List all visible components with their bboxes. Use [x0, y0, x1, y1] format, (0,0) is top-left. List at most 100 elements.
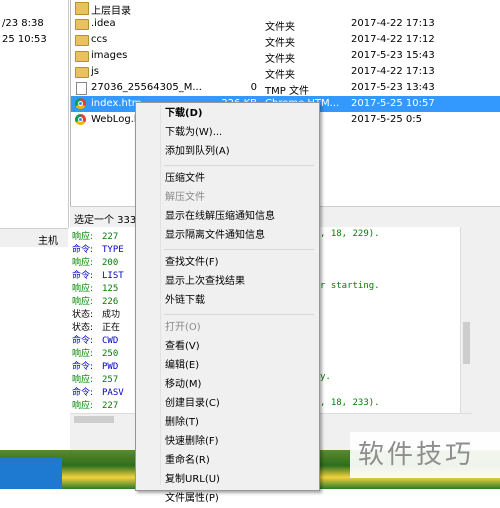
- menu-separator: [164, 165, 314, 166]
- log-value: PASV: [102, 388, 124, 398]
- log-tail: , 18, 233).: [320, 398, 380, 408]
- log-value: 250: [102, 349, 119, 359]
- menu-item[interactable]: 显示隔离文件通知信息: [165, 227, 265, 245]
- menu-item[interactable]: 添加到队列(A): [165, 143, 230, 161]
- left-column-header: 主机: [0, 228, 68, 248]
- menu-item[interactable]: 外链下载: [165, 292, 205, 310]
- file-date: 2017-4-22 17:13: [351, 18, 435, 29]
- menu-item[interactable]: 删除(T): [165, 414, 199, 432]
- file-name: 27036_25564305_M...: [91, 82, 202, 93]
- log-value: CWD: [102, 336, 119, 346]
- log-label: 命令:: [72, 362, 94, 372]
- log-value: LIST: [102, 271, 124, 281]
- log-label: 命令:: [72, 271, 94, 281]
- file-date: 2017-5-23 13:43: [351, 82, 435, 93]
- log-tail: , 18, 229).: [320, 229, 380, 239]
- menu-item: 打开(O): [165, 322, 201, 333]
- folder-icon: [75, 51, 89, 62]
- log-tail: y.: [320, 372, 331, 382]
- file-date: 2017-5-25 10:57: [351, 98, 435, 109]
- file-name: index.htm: [91, 98, 142, 109]
- file-name: images: [91, 50, 128, 61]
- file-size: 0: [250, 82, 257, 93]
- file-name: ccs: [91, 34, 108, 45]
- menu-item[interactable]: 编辑(E): [165, 357, 199, 375]
- watermark: 软件技巧: [350, 432, 500, 478]
- file-icon: [76, 82, 87, 95]
- menu-item[interactable]: 重命名(R): [165, 452, 210, 470]
- log-label: 状态:: [72, 323, 94, 333]
- log-label: 命令:: [72, 388, 94, 398]
- file-date: 2017-5-23 15:43: [351, 50, 435, 61]
- file-name: .idea: [91, 18, 116, 29]
- scroll-thumb[interactable]: [463, 322, 470, 364]
- menu-item[interactable]: 文件属性(P): [165, 490, 219, 508]
- file-type: TMP 文件: [265, 86, 309, 97]
- file-date: 2017-5-25 0:5: [351, 114, 423, 125]
- log-value: 成功: [102, 310, 121, 320]
- menu-item[interactable]: 显示上次查找结果: [165, 273, 245, 291]
- menu-item[interactable]: 复制URL(U): [165, 471, 220, 489]
- log-value: 257: [102, 375, 119, 385]
- log-label: 响应:: [72, 284, 94, 294]
- local-file-pane[interactable]: /23 8:38 25 10:53: [0, 0, 69, 228]
- log-label: 响应:: [72, 232, 94, 242]
- local-lower-pane: [0, 247, 68, 450]
- scroll-thumb[interactable]: [74, 416, 114, 423]
- log-value: 227: [102, 232, 119, 242]
- file-type: 文件夹: [265, 22, 295, 33]
- chrome-icon: [75, 98, 86, 109]
- log-label: 命令:: [72, 336, 94, 346]
- right-gutter: [472, 227, 500, 450]
- file-row[interactable]: images 文件夹 2017-5-23 15:43: [71, 48, 500, 65]
- log-label: 命令:: [72, 245, 94, 255]
- watermark-text: 软件技巧: [358, 440, 475, 470]
- file-date: 2017-4-22 17:12: [351, 34, 435, 45]
- file-name: js: [91, 66, 99, 77]
- log-label: 状态:: [72, 310, 94, 320]
- file-context-menu[interactable]: 下载(D) 下载为(W)... 添加到队列(A) 压缩文件解压文件显示在线解压缩通知信…: [135, 102, 320, 504]
- folder-icon: [75, 67, 89, 78]
- file-date: 2017-4-22 17:13: [351, 66, 435, 77]
- file-row[interactable]: js 文件夹 2017-4-22 17:13: [71, 64, 500, 81]
- file-row[interactable]: ccs 文件夹 2017-4-22 17:12: [71, 32, 500, 49]
- menu-item[interactable]: 显示在线解压缩通知信息: [165, 208, 275, 226]
- file-row[interactable]: .idea 文件夹 2017-4-22 17:13: [71, 16, 500, 33]
- local-file-date: 25 10:53: [2, 34, 47, 45]
- folder-icon: [75, 19, 89, 30]
- file-row[interactable]: 27036_25564305_M... 0 TMP 文件 2017-5-23 13:4…: [71, 80, 500, 97]
- menu-separator: [164, 249, 314, 250]
- menu-item: 解压文件: [165, 192, 205, 203]
- selection-status-text: 选定一个 333: [74, 215, 137, 226]
- taskbar-segment: [0, 458, 62, 489]
- menu-item[interactable]: 移动(M): [165, 376, 201, 394]
- menu-item[interactable]: 压缩文件: [165, 170, 205, 188]
- log-tail: r starting.: [320, 281, 380, 291]
- menu-item[interactable]: 快速删除(F): [165, 433, 219, 451]
- menu-item[interactable]: 下载(D): [165, 105, 202, 123]
- parent-directory-row[interactable]: 上层目录: [71, 0, 500, 17]
- menu-item[interactable]: 下载为(W)...: [165, 124, 222, 142]
- file-type: 文件夹: [265, 38, 295, 49]
- folder-icon: [75, 35, 89, 46]
- menu-item[interactable]: 查找文件(F): [165, 254, 219, 272]
- log-value: 200: [102, 258, 119, 268]
- file-name: WebLog.h: [91, 114, 141, 125]
- folder-up-icon: [75, 2, 89, 15]
- menu-item[interactable]: 查看(V): [165, 338, 200, 356]
- menu-item[interactable]: 创建目录(C): [165, 395, 220, 413]
- parent-directory-label: 上层目录: [91, 6, 131, 17]
- log-label: 响应:: [72, 258, 94, 268]
- log-value: TYPE: [102, 245, 124, 255]
- log-value: PWD: [102, 362, 119, 372]
- log-label: 响应:: [72, 297, 94, 307]
- log-value: 正在: [102, 323, 121, 333]
- file-type: 文件夹: [265, 54, 295, 65]
- menu-icon-gutter: [160, 105, 161, 485]
- chrome-icon: [75, 114, 86, 125]
- local-file-date: /23 8:38: [2, 18, 44, 29]
- file-type: 文件夹: [265, 70, 295, 81]
- log-label: 响应:: [72, 349, 94, 359]
- log-label: 响应:: [72, 401, 94, 411]
- host-column-header[interactable]: 主机: [38, 232, 58, 247]
